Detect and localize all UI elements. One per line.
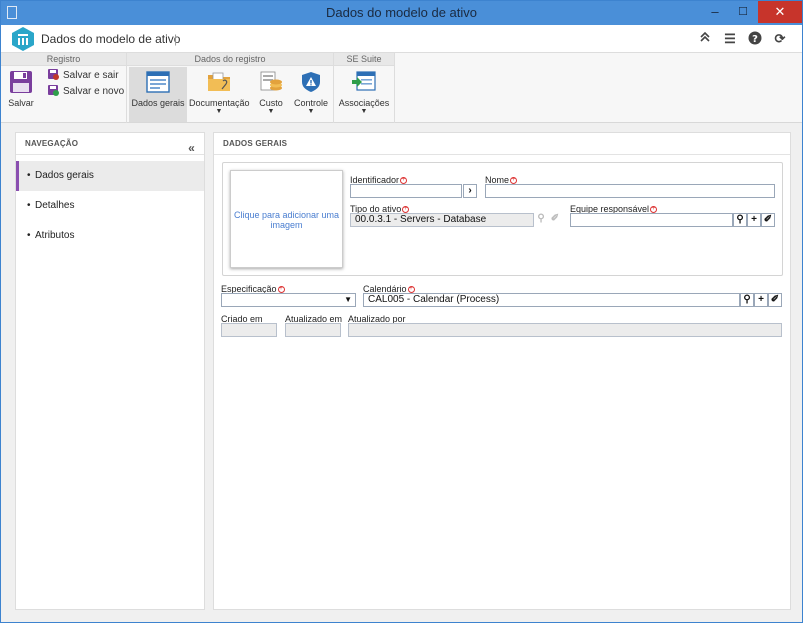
clear-icon[interactable]: ✐	[768, 293, 782, 307]
save-button[interactable]: Salvar	[7, 70, 35, 120]
folder-documents-icon	[208, 72, 230, 91]
save-and-new-button[interactable]: Salvar e novo	[48, 85, 124, 99]
title-bar: Dados do modelo de ativo – ☐ ✕	[1, 1, 802, 25]
navigation-panel: NAVEGAÇÃO « • Dados gerais • Detalhes • …	[15, 132, 205, 610]
general-data-button[interactable]: Dados gerais	[129, 67, 187, 122]
ribbon-group-se-suite: SE Suite Associações ▼	[334, 53, 395, 123]
dropdown-arrow-icon: ▼	[215, 108, 223, 115]
collapse-up-icon[interactable]	[697, 31, 713, 47]
dropdown-arrow-icon: ▼	[307, 108, 315, 115]
app-header: Dados do modelo de ativo | ☰ ? ⟳	[1, 25, 802, 53]
required-icon: +	[510, 177, 518, 184]
cost-button[interactable]: Custo ▼	[253, 67, 289, 122]
cost-coins-icon	[260, 71, 282, 91]
collapse-panel-icon[interactable]: «	[188, 137, 195, 159]
bullet-icon: •	[27, 170, 31, 181]
dropdown-arrow-icon: ▼	[267, 108, 275, 115]
required-icon: +	[400, 177, 408, 184]
next-arrow-button[interactable]: ›	[463, 184, 477, 198]
add-icon[interactable]: +	[747, 213, 761, 227]
ribbon-toolbar: Registro Salvar Salvar e sair Salvar e n…	[1, 53, 802, 123]
clear-icon: ✐	[550, 213, 560, 224]
save-and-exit-button[interactable]: Salvar e sair	[48, 69, 119, 83]
maximize-button[interactable]: ☐	[729, 1, 757, 23]
updated-by-field	[348, 323, 782, 337]
section-title: DADOS GERAIS	[214, 133, 790, 155]
ribbon-group-title: SE Suite	[334, 53, 394, 66]
required-icon: +	[277, 286, 285, 293]
name-field[interactable]	[485, 184, 775, 198]
add-icon[interactable]: +	[754, 293, 768, 307]
associations-icon	[352, 71, 376, 91]
save-exit-icon	[48, 69, 59, 80]
required-icon: +	[650, 206, 658, 213]
list-icon[interactable]: ☰	[722, 31, 738, 47]
save-new-icon	[48, 85, 59, 96]
bullet-icon: •	[27, 200, 31, 211]
documentation-label: Documentação	[189, 98, 250, 108]
identifier-field[interactable]	[350, 184, 462, 198]
clear-icon[interactable]: ✐	[761, 213, 775, 227]
control-button[interactable]: Controle ▼	[291, 67, 331, 122]
required-icon: +	[402, 206, 410, 213]
nav-item-label: Detalhes	[35, 200, 75, 211]
responsible-team-field[interactable]	[570, 213, 733, 227]
chevron-down-icon: ▼	[344, 295, 352, 304]
app-logo-icon	[12, 27, 34, 51]
floppy-disk-icon	[10, 71, 32, 93]
dropdown-arrow-icon: ▼	[360, 108, 368, 115]
image-upload-area[interactable]: Clique para adicionar uma imagem	[230, 170, 343, 268]
control-label: Controle	[293, 98, 329, 108]
nav-item-atributos[interactable]: • Atributos	[16, 221, 204, 251]
ribbon-group-title: Registro	[1, 53, 126, 66]
bullet-icon: •	[27, 230, 31, 241]
nav-item-label: Dados gerais	[35, 170, 94, 181]
asset-card: Clique para adicionar uma imagem Identif…	[222, 162, 783, 276]
app-title: Dados do modelo de ativo	[41, 32, 181, 46]
navigation-header: NAVEGAÇÃO «	[16, 133, 204, 155]
navigation-title: NAVEGAÇÃO	[25, 139, 79, 148]
window-form-icon	[146, 71, 170, 93]
asset-type-field[interactable]: 00.0.3.1 - Servers - Database	[350, 213, 534, 227]
associations-button[interactable]: Associações ▼	[337, 67, 391, 122]
ribbon-group-dados-registro: Dados do registro Dados gerais Documenta…	[127, 53, 334, 123]
cost-label: Custo	[259, 98, 283, 108]
nav-item-dados-gerais[interactable]: • Dados gerais	[16, 161, 204, 191]
minimize-button[interactable]: –	[701, 1, 729, 23]
search-icon: ⚲	[537, 213, 545, 224]
general-data-label: Dados gerais	[131, 98, 185, 108]
search-icon[interactable]: ⚲	[740, 293, 754, 307]
svg-text:?: ?	[752, 34, 758, 45]
created-on-field	[221, 323, 277, 337]
ribbon-group-title: Dados do registro	[127, 53, 333, 66]
search-icon[interactable]: ⚲	[733, 213, 747, 227]
help-icon[interactable]: ?	[747, 31, 763, 47]
required-icon: +	[407, 286, 415, 293]
app-window: Dados do modelo de ativo – ☐ ✕ Dados do …	[0, 0, 803, 623]
save-and-exit-label: Salvar e sair	[63, 70, 119, 81]
specification-select[interactable]: ▼	[221, 293, 356, 307]
ribbon-group-registro: Registro Salvar Salvar e sair Salvar e n…	[1, 53, 127, 123]
window-title: Dados do modelo de ativo	[325, 5, 478, 20]
updated-on-field	[285, 323, 341, 337]
nav-item-label: Atributos	[35, 230, 75, 241]
refresh-icon[interactable]: ⟳	[772, 31, 788, 47]
shield-warning-icon	[302, 72, 320, 92]
documentation-button[interactable]: Documentação ▼	[189, 67, 250, 122]
associations-label: Associações	[338, 98, 390, 108]
close-button[interactable]: ✕	[758, 1, 802, 23]
save-label: Salvar	[8, 98, 34, 108]
general-data-panel: DADOS GERAIS Clique para adicionar uma i…	[213, 132, 791, 610]
nav-item-detalhes[interactable]: • Detalhes	[16, 191, 204, 221]
calendar-field[interactable]: CAL005 - Calendar (Process)	[363, 293, 740, 307]
title-separator: |	[174, 32, 178, 46]
save-and-new-label: Salvar e novo	[63, 86, 125, 97]
